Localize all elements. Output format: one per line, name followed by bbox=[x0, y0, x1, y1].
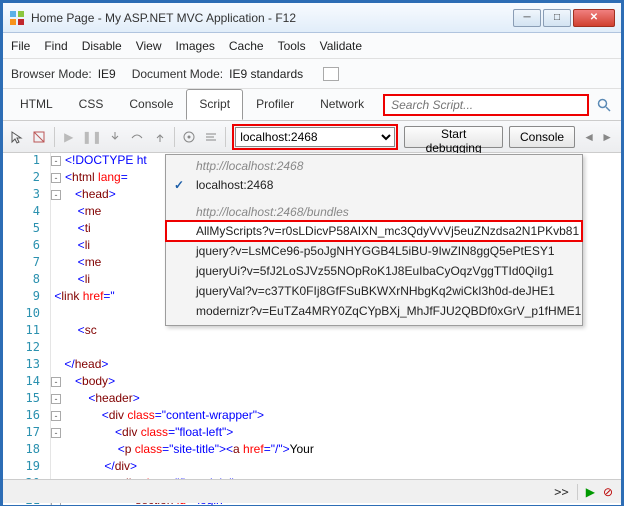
close-button[interactable]: ✕ bbox=[573, 9, 615, 27]
toolbar-separator bbox=[54, 127, 55, 147]
document-mode-value[interactable]: IE9 standards bbox=[229, 67, 303, 81]
tab-css[interactable]: CSS bbox=[66, 89, 117, 120]
menu-disable[interactable]: Disable bbox=[82, 39, 122, 53]
menu-find[interactable]: Find bbox=[44, 39, 67, 53]
nav-back-icon[interactable]: ◄ bbox=[581, 129, 597, 145]
tab-script[interactable]: Script bbox=[186, 89, 243, 120]
dropdown-item[interactable]: jqueryUi?v=5fJ2LoSJVz55NOpRoK1J8EuIbaCyO… bbox=[166, 261, 582, 281]
minimize-button[interactable]: ─ bbox=[513, 9, 541, 27]
browser-mode-label: Browser Mode: bbox=[11, 67, 92, 81]
browser-mode-value[interactable]: IE9 bbox=[98, 67, 116, 81]
dropdown-item[interactable]: modernizr?v=EuTZa4MRY0ZqCYpBXj_MhJfFJU2Q… bbox=[166, 301, 582, 321]
menu-file[interactable]: File bbox=[11, 39, 30, 53]
dropdown-item[interactable]: localhost:2468 bbox=[166, 175, 582, 195]
mode-bar: Browser Mode: IE9 Document Mode: IE9 sta… bbox=[3, 59, 621, 89]
config-icon[interactable] bbox=[181, 128, 197, 146]
app-logo-icon bbox=[9, 10, 25, 26]
menu-cache[interactable]: Cache bbox=[229, 39, 264, 53]
format-icon[interactable] bbox=[203, 128, 219, 146]
tab-html[interactable]: HTML bbox=[7, 89, 66, 120]
code-editor[interactable]: 123456789101112131415161718192021 -<!DOC… bbox=[3, 153, 621, 505]
dropdown-group: http://localhost:2468 bbox=[166, 155, 582, 175]
continue-icon[interactable]: ▶ bbox=[61, 128, 77, 146]
pin-icon[interactable] bbox=[323, 67, 339, 81]
window-title: Home Page - My ASP.NET MVC Application -… bbox=[31, 11, 513, 25]
document-mode-label: Document Mode: bbox=[132, 67, 223, 81]
console-footer: >> ▶ ⊘ bbox=[3, 479, 621, 503]
toolbar-separator bbox=[174, 127, 175, 147]
tab-console[interactable]: Console bbox=[116, 89, 186, 120]
select-element-icon[interactable] bbox=[9, 128, 25, 146]
dropdown-group: http://localhost:2468/bundles bbox=[166, 201, 582, 221]
dropdown-item[interactable]: AllMyScripts?v=r0sLDicvP58AIXN_mc3QdyVvV… bbox=[166, 221, 582, 241]
maximize-button[interactable]: □ bbox=[543, 9, 571, 27]
script-toolbar: ▶ ❚❚ localhost:2468 Start debugging Cons… bbox=[3, 121, 621, 153]
menu-validate[interactable]: Validate bbox=[320, 39, 362, 53]
tab-network[interactable]: Network bbox=[307, 89, 377, 120]
tab-bar: HTML CSS Console Script Profiler Network bbox=[3, 89, 621, 121]
menu-images[interactable]: Images bbox=[176, 39, 215, 53]
console-button[interactable]: Console bbox=[509, 126, 575, 148]
step-over-icon[interactable] bbox=[129, 128, 145, 146]
dropdown-item[interactable]: jquery?v=LsMCe96-p5oJgNHYGGB4L5iBU-9IwZI… bbox=[166, 241, 582, 261]
search-input[interactable] bbox=[383, 94, 589, 116]
titlebar: Home Page - My ASP.NET MVC Application -… bbox=[3, 3, 621, 33]
source-select-highlight: localhost:2468 bbox=[232, 124, 398, 150]
search-icon[interactable] bbox=[593, 94, 615, 116]
console-prompt[interactable]: >> bbox=[554, 485, 568, 499]
source-select[interactable]: localhost:2468 bbox=[235, 127, 395, 147]
toolbar-separator bbox=[225, 127, 226, 147]
run-icon[interactable]: ▶ bbox=[586, 485, 595, 499]
pause-icon[interactable]: ❚❚ bbox=[83, 128, 101, 146]
menu-tools[interactable]: Tools bbox=[278, 39, 306, 53]
menubar: File Find Disable View Images Cache Tool… bbox=[3, 33, 621, 59]
tab-profiler[interactable]: Profiler bbox=[243, 89, 307, 120]
menu-view[interactable]: View bbox=[136, 39, 162, 53]
nav-fwd-icon[interactable]: ► bbox=[599, 129, 615, 145]
dropdown-item[interactable]: jqueryVal?v=c37TK0FIj8GfFSuBKWXrNHbgKq2w… bbox=[166, 281, 582, 301]
clear-icon[interactable]: ⊘ bbox=[603, 485, 613, 499]
step-into-icon[interactable] bbox=[107, 128, 123, 146]
start-debugging-button[interactable]: Start debugging bbox=[404, 126, 503, 148]
clear-highlight-icon[interactable] bbox=[31, 128, 47, 146]
step-out-icon[interactable] bbox=[151, 128, 167, 146]
line-gutter: 123456789101112131415161718192021 bbox=[3, 153, 51, 505]
source-dropdown[interactable]: http://localhost:2468 localhost:2468 htt… bbox=[165, 154, 583, 326]
